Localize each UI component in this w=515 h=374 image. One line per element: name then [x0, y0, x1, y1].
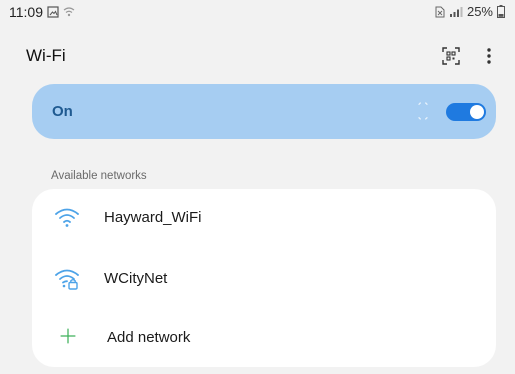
cellular-signal-icon	[449, 6, 463, 17]
wifi-state-label: On	[52, 103, 73, 120]
no-sim-icon	[435, 6, 445, 17]
wifi-toggle-switch[interactable]	[446, 103, 486, 121]
wifi-notification-icon	[63, 7, 75, 17]
header-actions	[439, 44, 501, 68]
network-item[interactable]: WCityNet	[32, 250, 496, 308]
battery-percent: 25%	[466, 4, 493, 19]
screenshot-notification-icon	[47, 6, 59, 18]
network-item[interactable]: Hayward_WiFi	[32, 189, 496, 247]
status-time: 11:09	[9, 4, 43, 20]
scanning-indicator-icon	[418, 102, 428, 120]
wifi-settings-screen: 11:09 25% Wi-Fi On Available networks Ha…	[0, 0, 515, 374]
wifi-locked-icon	[55, 269, 79, 290]
wifi-signal-icon	[55, 208, 79, 227]
battery-icon	[497, 5, 505, 18]
status-bar: 11:09 25%	[0, 0, 515, 26]
add-network-button[interactable]: Add network	[32, 309, 496, 367]
qr-scan-icon[interactable]	[439, 44, 463, 68]
more-options-icon[interactable]	[477, 44, 501, 68]
status-system-icons: 25%	[435, 4, 505, 19]
available-networks-header: Available networks	[51, 170, 147, 182]
network-name: WCityNet	[104, 270, 168, 287]
page-title: Wi-Fi	[26, 46, 66, 65]
add-network-label: Add network	[107, 329, 191, 346]
networks-list: Hayward_WiFi WCityNet Add network	[32, 189, 496, 367]
plus-icon	[60, 328, 76, 344]
toggle-knob	[470, 105, 484, 119]
status-notification-icons	[47, 6, 75, 18]
wifi-master-switch-card[interactable]: On	[32, 84, 496, 139]
network-name: Hayward_WiFi	[104, 209, 202, 226]
